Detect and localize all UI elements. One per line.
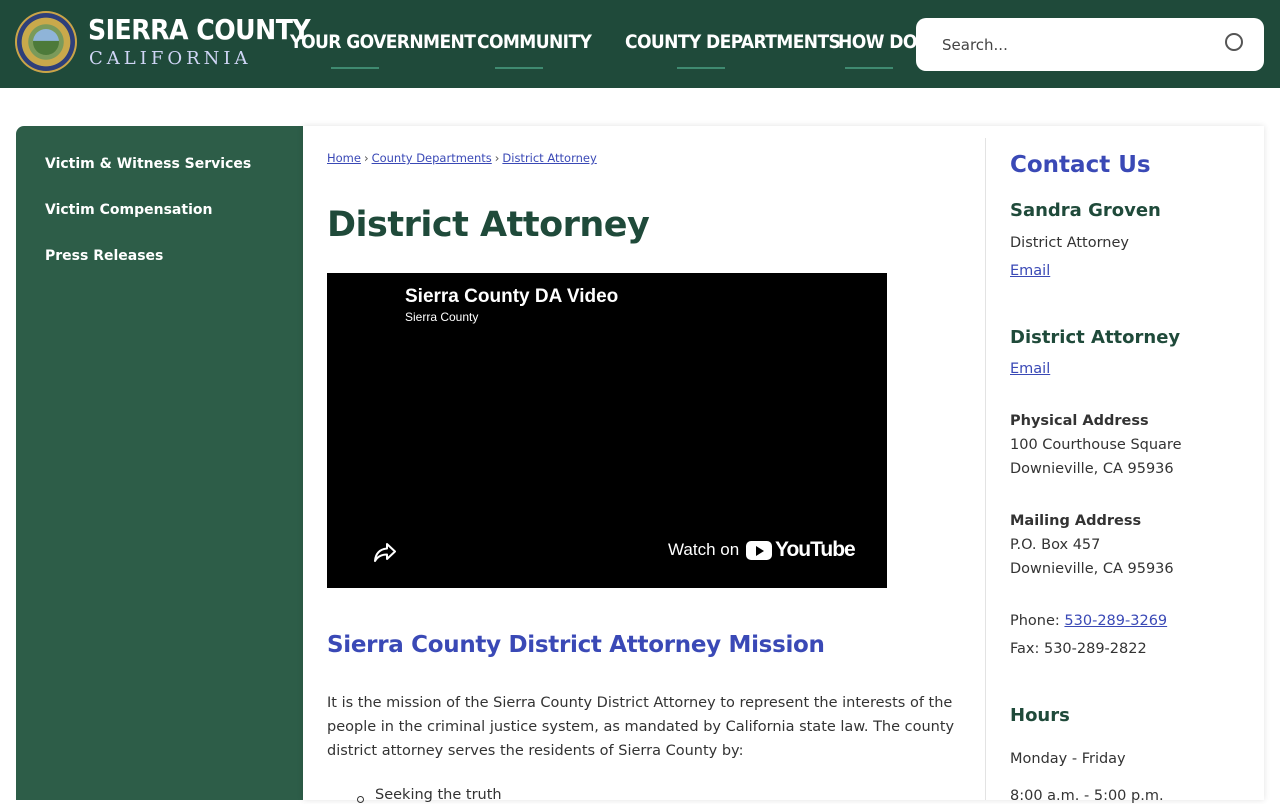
physical-address-line1: 100 Courthouse Square [1010, 437, 1182, 453]
physical-address-label: Physical Address [1010, 413, 1149, 429]
search-icon[interactable] [1225, 33, 1243, 51]
breadcrumb-district-attorney-link[interactable]: District Attorney [502, 151, 596, 165]
search-box [916, 18, 1264, 71]
breadcrumb: Home › County Departments › District Attorne… [327, 151, 597, 165]
nav-county-departments[interactable]: COUNTY DEPARTMENTS [625, 31, 841, 53]
mailing-address-line2: Downieville, CA 95936 [1010, 561, 1174, 577]
physical-address-line2: Downieville, CA 95936 [1010, 461, 1174, 477]
brand-title[interactable]: SIERRA COUNTY [88, 13, 311, 46]
phone-line: Phone: 530-289-3269 [1010, 613, 1167, 629]
video-channel[interactable]: Sierra County [405, 310, 478, 324]
sidebar-item-victim-compensation[interactable]: Victim Compensation [45, 202, 212, 218]
nav-underline [677, 67, 725, 69]
share-icon[interactable] [372, 539, 398, 565]
breadcrumb-home-link[interactable]: Home [327, 151, 361, 165]
site-header: SIERRA COUNTY CALIFORNIA YOUR GOVERNMENT… [0, 0, 1280, 88]
hours-days: Monday - Friday [1010, 751, 1126, 767]
contact-heading: Contact Us [1010, 152, 1151, 178]
mailing-address-line1: P.O. Box 457 [1010, 537, 1101, 553]
office-name: District Attorney [1010, 327, 1181, 348]
office-email-link[interactable]: Email [1010, 361, 1050, 377]
phone-link[interactable]: 530-289-3269 [1064, 613, 1167, 629]
contact-person-name: Sandra Groven [1010, 200, 1161, 221]
page-title: District Attorney [327, 205, 650, 245]
mission-paragraph: It is the mission of the Sierra County D… [327, 695, 955, 759]
list-item: Seeking the truth [375, 787, 502, 803]
hours-time: 8:00 a.m. - 5:00 p.m. [1010, 788, 1164, 804]
contact-person-title: District Attorney [1010, 235, 1129, 251]
hours-heading: Hours [1010, 705, 1070, 726]
search-input[interactable] [940, 32, 1214, 58]
seal-emblem-icon [33, 29, 59, 55]
nav-how-do-i[interactable]: HOW DO I [838, 31, 928, 53]
youtube-play-icon[interactable] [746, 541, 772, 560]
breadcrumb-separator: › [494, 151, 500, 165]
mailing-address-label: Mailing Address [1010, 513, 1142, 529]
watch-on-youtube-label[interactable]: Watch on [668, 540, 739, 560]
brand-subtitle[interactable]: CALIFORNIA [89, 48, 252, 69]
nav-underline [845, 67, 893, 69]
county-seal-logo[interactable] [15, 11, 77, 73]
column-divider [985, 138, 986, 800]
mission-heading: Sierra County District Attorney Mission [327, 632, 825, 658]
sidebar-nav: Victim & Witness Services Victim Compens… [16, 126, 303, 800]
youtube-video-player[interactable]: Sierra County DA Video Sierra County Wat… [327, 273, 887, 588]
contact-person-email-link[interactable]: Email [1010, 263, 1050, 279]
nav-underline [495, 67, 543, 69]
nav-community[interactable]: COMMUNITY [477, 31, 592, 53]
phone-label: Phone: [1010, 613, 1060, 629]
nav-your-government[interactable]: YOUR GOVERNMENT [290, 31, 476, 53]
breadcrumb-county-departments-link[interactable]: County Departments [372, 151, 492, 165]
sidebar-item-victim-witness-services[interactable]: Victim & Witness Services [45, 156, 251, 172]
nav-underline [331, 67, 379, 69]
video-title[interactable]: Sierra County DA Video [405, 286, 618, 308]
sidebar-item-press-releases[interactable]: Press Releases [45, 248, 163, 264]
fax-line: Fax: 530-289-2822 [1010, 641, 1147, 657]
youtube-wordmark[interactable]: YouTube [775, 538, 856, 562]
breadcrumb-separator: › [363, 151, 369, 165]
